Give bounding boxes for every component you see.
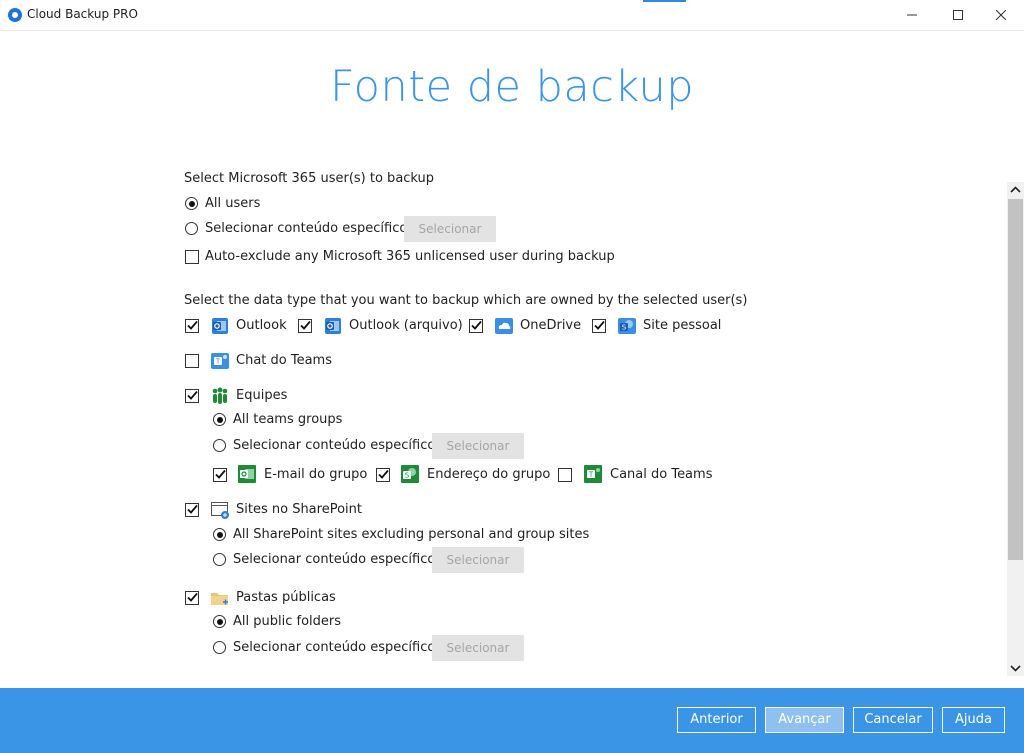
site-pessoal-checkbox[interactable] <box>592 319 606 333</box>
all-teams-label: All teams groups <box>233 412 343 427</box>
auto-exclude-checkbox[interactable] <box>185 250 199 264</box>
app-logo-icon <box>8 8 22 22</box>
outlook-archive-icon <box>325 318 341 334</box>
teams-label: Equipes <box>236 388 288 403</box>
all-users-radio[interactable] <box>185 197 198 210</box>
outlook-label: Outlook <box>236 318 287 333</box>
svg-text:S: S <box>622 324 627 332</box>
specific-teams-label: Selecionar conteúdo específico <box>233 438 436 453</box>
public-folder-icon <box>211 593 228 605</box>
teams-channel-icon: T <box>584 465 602 483</box>
checkmark-icon <box>215 469 226 479</box>
group-site-label: Endereço do grupo <box>427 467 551 482</box>
group-site-icon: S <box>401 465 419 483</box>
close-button[interactable] <box>978 0 1024 30</box>
teams-channel-checkbox[interactable] <box>558 468 572 482</box>
all-teams-radio[interactable] <box>213 413 226 426</box>
select-sharepoint-button[interactable]: Selecionar <box>432 547 524 573</box>
specific-users-label: Selecionar conteúdo específico <box>205 221 408 236</box>
outlook-checkbox[interactable] <box>185 319 199 333</box>
teams-checkbox[interactable] <box>185 389 199 403</box>
all-public-folders-label: All public folders <box>233 614 342 629</box>
window-title: Cloud Backup PRO <box>27 7 138 21</box>
checkmark-icon <box>187 320 198 330</box>
checkmark-icon <box>594 320 605 330</box>
chat-teams-checkbox[interactable] <box>185 354 199 368</box>
select-teams-button[interactable]: Selecionar <box>432 433 524 459</box>
specific-sharepoint-label: Selecionar conteúdo específico <box>233 552 436 567</box>
users-heading: Select Microsoft 365 user(s) to backup <box>184 171 435 186</box>
specific-public-folders-radio[interactable] <box>213 641 226 654</box>
checkmark-icon <box>378 469 389 479</box>
outlook-icon <box>212 318 228 334</box>
group-mail-label: E-mail do grupo <box>264 467 368 482</box>
checkmark-icon <box>471 320 482 330</box>
site-pessoal-label: Site pessoal <box>643 318 722 333</box>
checkmark-icon <box>187 504 198 514</box>
datatype-heading: Select the data type that you want to ba… <box>184 293 748 308</box>
chat-teams-label: Chat do Teams <box>236 353 332 368</box>
scrollbar-thumb[interactable] <box>1008 199 1023 560</box>
onedrive-label: OneDrive <box>520 318 582 333</box>
sharepoint-label: Sites no SharePoint <box>236 502 362 517</box>
minimize-button[interactable] <box>889 0 935 30</box>
scroll-up-icon[interactable] <box>1010 185 1021 195</box>
title-accent-line <box>643 0 686 2</box>
all-users-label: All users <box>205 196 261 211</box>
cancel-button[interactable]: Cancelar <box>853 707 933 733</box>
public-folders-label: Pastas públicas <box>236 590 336 605</box>
public-folders-checkbox[interactable] <box>185 591 199 605</box>
sharepoint-personal-icon: S <box>618 318 636 334</box>
outlook-archive-label: Outlook (arquivo) <box>349 318 463 333</box>
specific-users-radio[interactable] <box>185 222 198 235</box>
group-site-checkbox[interactable] <box>376 468 390 482</box>
outlook-archive-checkbox[interactable] <box>298 319 312 333</box>
select-users-button[interactable]: Selecionar <box>404 216 496 242</box>
teams-chat-icon: T <box>211 353 229 369</box>
svg-text:T: T <box>215 358 221 366</box>
maximize-button[interactable] <box>935 0 981 30</box>
select-public-folders-button[interactable]: Selecionar <box>432 635 524 661</box>
svg-text:T: T <box>588 471 594 479</box>
specific-teams-radio[interactable] <box>213 439 226 452</box>
all-sharepoint-label: All SharePoint sites excluding personal … <box>233 527 590 542</box>
close-icon <box>995 9 1007 21</box>
title-bar: Cloud Backup PRO <box>0 0 1024 31</box>
checkmark-icon <box>187 592 198 602</box>
sharepoint-checkbox[interactable] <box>185 503 199 517</box>
teams-channel-label: Canal do Teams <box>610 467 713 482</box>
auto-exclude-label: Auto-exclude any Microsoft 365 unlicense… <box>205 249 615 264</box>
checkmark-icon <box>187 390 198 400</box>
next-button[interactable]: Avançar <box>765 707 844 733</box>
maximize-icon <box>953 10 963 20</box>
onedrive-checkbox[interactable] <box>469 319 483 333</box>
minimize-icon <box>907 14 917 16</box>
specific-sharepoint-radio[interactable] <box>213 553 226 566</box>
page-title: Fonte de backup <box>329 62 695 112</box>
all-sharepoint-radio[interactable] <box>213 528 226 541</box>
onedrive-icon <box>495 318 513 334</box>
group-mail-checkbox[interactable] <box>213 468 227 482</box>
specific-public-folders-label: Selecionar conteúdo específico <box>233 640 436 655</box>
svg-text:S: S <box>405 472 410 480</box>
scroll-down-icon[interactable] <box>1010 663 1021 673</box>
teams-group-icon <box>212 387 228 404</box>
previous-button[interactable]: Anterior <box>677 707 756 733</box>
group-mail-icon <box>238 465 256 483</box>
help-button[interactable]: Ajuda <box>942 707 1005 733</box>
all-public-folders-radio[interactable] <box>213 615 226 628</box>
sharepoint-sites-icon <box>211 502 229 519</box>
checkmark-icon <box>300 320 311 330</box>
